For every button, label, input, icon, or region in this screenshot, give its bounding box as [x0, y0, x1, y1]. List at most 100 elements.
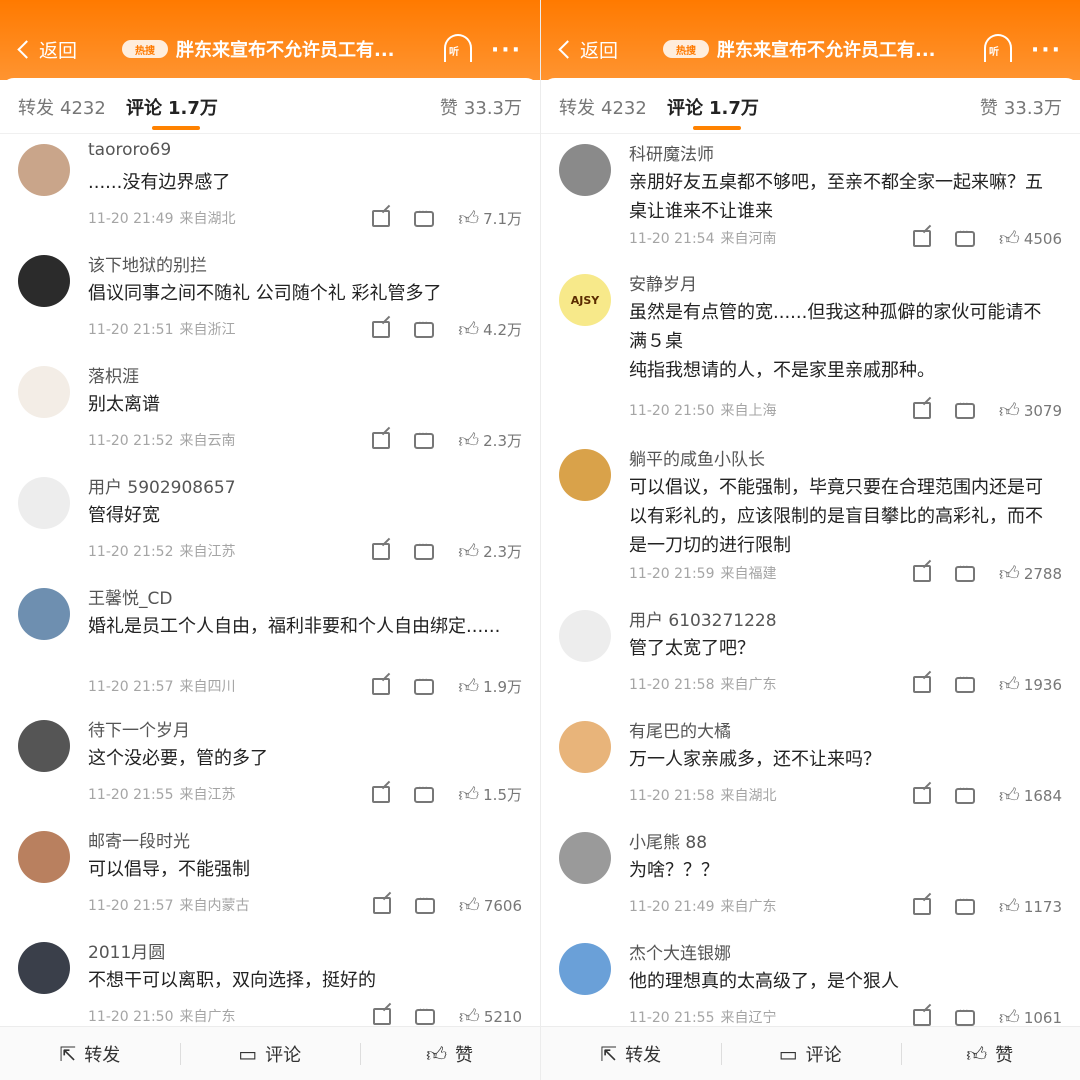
like-action[interactable]: 👍︎ 7606	[459, 893, 522, 918]
username[interactable]: 邮寄一段时光	[88, 827, 190, 852]
comment-button[interactable]: ▭ 评论	[180, 1027, 360, 1080]
username[interactable]: 待下一个岁月	[88, 716, 190, 741]
reply-icon[interactable]	[954, 227, 975, 247]
like-action[interactable]: 👍︎ 1.5万	[458, 782, 522, 807]
reply-icon[interactable]	[414, 1005, 435, 1025]
comment-item[interactable]: 小尾熊 88 为啥？？？ 11-20 21:49 来自广东 👍︎1173	[541, 828, 1080, 920]
reply-icon[interactable]	[414, 429, 435, 449]
avatar[interactable]	[18, 255, 70, 307]
comment-item[interactable]: 杰个大连银娜他的理想真的太高级了，是个狠人11-20 21:55来自辽宁👍︎10…	[541, 939, 1080, 1031]
share-icon[interactable]	[372, 1008, 391, 1025]
avatar[interactable]	[559, 449, 611, 501]
avatar[interactable]	[18, 831, 70, 883]
listen-button[interactable]: 听	[444, 34, 472, 62]
comment-item[interactable]: 王馨悦_CD 婚礼是员工个人自由，福利非要和个人自由绑定...... 11-20 2…	[0, 584, 540, 700]
tab-repost[interactable]: 转发 4232	[559, 94, 647, 120]
comment-item[interactable]: 落枳涯别太离谱 11-20 21:52 来自云南 👍︎2.3万	[0, 362, 540, 454]
reply-icon[interactable]	[414, 207, 435, 227]
like-action[interactable]: 👍︎ 1173	[999, 894, 1062, 919]
username[interactable]: 科研魔法师	[629, 140, 714, 165]
reply-icon[interactable]	[954, 399, 975, 419]
share-icon[interactable]	[912, 676, 931, 693]
like-action[interactable]: 👍︎ 7.1万	[458, 206, 522, 231]
share-icon[interactable]	[372, 321, 391, 338]
reply-icon[interactable]	[414, 540, 435, 560]
repost-button[interactable]: ⇱ 转发	[0, 1027, 180, 1080]
username[interactable]: 小尾熊 88	[629, 828, 707, 853]
avatar[interactable]	[18, 366, 70, 418]
username[interactable]: 2011月圆	[88, 938, 165, 963]
avatar[interactable]	[18, 942, 70, 994]
comment-item[interactable]: 邮寄一段时光可以倡导，不能强制 11-20 21:57 来自内蒙古 👍︎7606	[0, 827, 540, 919]
reply-icon[interactable]	[954, 784, 975, 804]
reply-icon[interactable]	[414, 894, 435, 914]
like-action[interactable]: 👍︎ 1.9万	[458, 674, 522, 699]
share-icon[interactable]	[912, 1009, 931, 1026]
like-action[interactable]: 👍︎ 1936	[999, 672, 1062, 697]
reply-icon[interactable]	[414, 318, 435, 338]
share-icon[interactable]	[372, 678, 391, 695]
username[interactable]: 该下地狱的别拦	[88, 251, 207, 276]
share-icon[interactable]	[372, 210, 391, 227]
more-button[interactable]: ···	[491, 38, 522, 63]
avatar[interactable]	[18, 588, 70, 640]
tab-like[interactable]: 赞 33.3万	[440, 94, 522, 120]
username[interactable]: 用户 6103271228	[629, 606, 777, 631]
avatar[interactable]	[559, 832, 611, 884]
username[interactable]: 王馨悦_CD	[88, 584, 172, 609]
reply-icon[interactable]	[954, 895, 975, 915]
username[interactable]: 有尾巴的大橘	[629, 717, 731, 742]
username[interactable]: 杰个大连银娜	[629, 939, 731, 964]
repost-button[interactable]: ⇱ 转发	[541, 1027, 720, 1080]
comment-item[interactable]: 躺平的咸鱼小队长 可以倡议，不能强制，毕竟只要在合理范围内还是可以有彩礼的，应该限…	[541, 445, 1080, 587]
share-icon[interactable]	[912, 898, 931, 915]
back-button[interactable]: 返回	[14, 34, 77, 64]
share-icon[interactable]	[912, 230, 931, 247]
username[interactable]: 落枳涯	[88, 362, 139, 387]
comment-item[interactable]: 用户 6103271228 管了太宽了吧？ 11-20 21:58 来自广东 👍︎193…	[541, 606, 1080, 698]
like-action[interactable]: 👍︎ 1684	[999, 783, 1062, 808]
like-action[interactable]: 👍︎ 3079	[999, 398, 1062, 423]
like-action[interactable]: 👍︎ 2788	[999, 561, 1062, 586]
avatar[interactable]: AJSY	[559, 274, 611, 326]
share-icon[interactable]	[372, 432, 391, 449]
avatar[interactable]	[559, 943, 611, 995]
like-action[interactable]: 👍︎ 4506	[999, 226, 1062, 251]
comment-item[interactable]: taororo69 ......没有边界感了 11-20 21:49 来自湖北 👍︎7.…	[0, 140, 540, 232]
comment-item[interactable]: AJSY 安静岁月 虽然是有点管的宽......但我这种孤僻的家伙可能请不满５桌 纯指…	[541, 270, 1080, 424]
avatar[interactable]	[18, 477, 70, 529]
back-button[interactable]: 返回	[555, 34, 618, 64]
comment-button[interactable]: ▭ 评论	[720, 1027, 899, 1080]
share-icon[interactable]	[912, 787, 931, 804]
comment-item[interactable]: 用户 5902908657 管得好宽 11-20 21:52 来自江苏 👍︎2.3万	[0, 473, 540, 565]
comment-item[interactable]: 有尾巴的大橘万一人家亲戚多，还不让来吗？ 11-20 21:58 来自湖北 👍︎168…	[541, 717, 1080, 809]
share-icon[interactable]	[372, 897, 391, 914]
comment-item[interactable]: 待下一个岁月这个没必要，管的多了 11-20 21:55 来自江苏 👍︎1.5万	[0, 716, 540, 808]
share-icon[interactable]	[372, 543, 391, 560]
comment-item[interactable]: 2011月圆不想干可以离职，双向选择，挺好的11-20 21:50来自广东👍︎5…	[0, 938, 540, 1030]
username[interactable]: 用户 5902908657	[88, 473, 236, 498]
reply-icon[interactable]	[414, 675, 435, 695]
tab-like[interactable]: 赞 33.3万	[980, 94, 1062, 120]
avatar[interactable]	[18, 720, 70, 772]
listen-button[interactable]: 听	[984, 34, 1012, 62]
like-button[interactable]: 👍︎ 赞	[360, 1027, 540, 1080]
like-button[interactable]: 👍︎ 赞	[900, 1027, 1079, 1080]
like-action[interactable]: 👍︎ 4.2万	[458, 317, 522, 342]
username[interactable]: 安静岁月	[629, 270, 697, 295]
reply-icon[interactable]	[954, 562, 975, 582]
avatar[interactable]	[559, 721, 611, 773]
avatar[interactable]	[559, 610, 611, 662]
reply-icon[interactable]	[954, 1006, 975, 1026]
comment-item[interactable]: 该下地狱的别拦 倡议同事之间不随礼 公司随个礼 彩礼管多了 11-20 21:51 来…	[0, 251, 540, 343]
like-action[interactable]: 👍︎ 2.3万	[458, 428, 522, 453]
like-action[interactable]: 👍︎ 2.3万	[458, 539, 522, 564]
username[interactable]: 躺平的咸鱼小队长	[629, 445, 765, 470]
share-icon[interactable]	[912, 565, 931, 582]
share-icon[interactable]	[372, 786, 391, 803]
avatar[interactable]	[559, 144, 611, 196]
reply-icon[interactable]	[954, 673, 975, 693]
comment-item[interactable]: 科研魔法师 亲朋好友五桌都不够吧，至亲不都全家一起来嘛？五桌让谁来不让谁来 11-2…	[541, 140, 1080, 252]
reply-icon[interactable]	[414, 783, 435, 803]
tab-repost[interactable]: 转发 4232	[18, 94, 106, 120]
